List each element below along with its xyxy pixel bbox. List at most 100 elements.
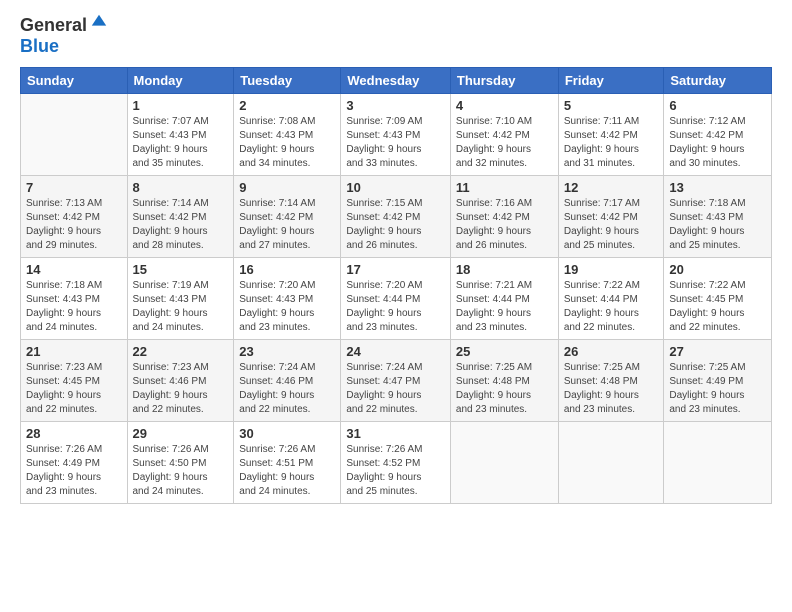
day-cell: 28 Sunrise: 7:26 AMSunset: 4:49 PMDayligh…: [21, 422, 128, 504]
day-cell: 4 Sunrise: 7:10 AMSunset: 4:42 PMDaylight…: [450, 94, 558, 176]
day-cell: 31 Sunrise: 7:26 AMSunset: 4:52 PMDayligh…: [341, 422, 451, 504]
day-cell: 1 Sunrise: 7:07 AMSunset: 4:43 PMDaylight…: [127, 94, 234, 176]
day-cell: [21, 94, 128, 176]
day-cell: [450, 422, 558, 504]
day-info: Sunrise: 7:26 AMSunset: 4:52 PMDaylight:…: [346, 443, 445, 499]
day-number: 28: [26, 426, 122, 441]
day-info: Sunrise: 7:14 AMSunset: 4:42 PMDaylight:…: [239, 197, 335, 253]
day-info: Sunrise: 7:18 AMSunset: 4:43 PMDaylight:…: [669, 197, 766, 253]
day-info: Sunrise: 7:16 AMSunset: 4:42 PMDaylight:…: [456, 197, 553, 253]
day-info: Sunrise: 7:07 AMSunset: 4:43 PMDaylight:…: [133, 115, 229, 171]
day-cell: 23 Sunrise: 7:24 AMSunset: 4:46 PMDayligh…: [234, 340, 341, 422]
day-number: 24: [346, 344, 445, 359]
week-row-0: 1 Sunrise: 7:07 AMSunset: 4:43 PMDaylight…: [21, 94, 772, 176]
day-cell: 17Sunrise: 7:20 AMSunset: 4:44 PMDayligh…: [341, 258, 451, 340]
day-number: 1: [133, 98, 229, 113]
header: General Blue: [20, 15, 772, 57]
day-number: 31: [346, 426, 445, 441]
day-cell: 15Sunrise: 7:19 AMSunset: 4:43 PMDayligh…: [127, 258, 234, 340]
day-info: Sunrise: 7:26 AMSunset: 4:49 PMDaylight:…: [26, 443, 122, 499]
day-number: 22: [133, 344, 229, 359]
day-number: 20: [669, 262, 766, 277]
day-number: 8: [133, 180, 229, 195]
day-number: 19: [564, 262, 659, 277]
week-row-4: 28 Sunrise: 7:26 AMSunset: 4:49 PMDayligh…: [21, 422, 772, 504]
day-number: 9: [239, 180, 335, 195]
day-cell: 26 Sunrise: 7:25 AMSunset: 4:48 PMDayligh…: [558, 340, 664, 422]
weekday-monday: Monday: [127, 68, 234, 94]
calendar-table: SundayMondayTuesdayWednesdayThursdayFrid…: [20, 67, 772, 504]
week-row-3: 21Sunrise: 7:23 AMSunset: 4:45 PMDayligh…: [21, 340, 772, 422]
day-info: Sunrise: 7:25 AMSunset: 4:48 PMDaylight:…: [456, 361, 553, 417]
page: General Blue SundayMondayTuesdayWednesda…: [0, 0, 792, 612]
day-cell: 7 Sunrise: 7:13 AMSunset: 4:42 PMDaylight…: [21, 176, 128, 258]
day-number: 16: [239, 262, 335, 277]
day-number: 25: [456, 344, 553, 359]
day-cell: 25 Sunrise: 7:25 AMSunset: 4:48 PMDayligh…: [450, 340, 558, 422]
day-number: 18: [456, 262, 553, 277]
day-number: 2: [239, 98, 335, 113]
weekday-sunday: Sunday: [21, 68, 128, 94]
day-info: Sunrise: 7:19 AMSunset: 4:43 PMDaylight:…: [133, 279, 229, 335]
day-info: Sunrise: 7:21 AMSunset: 4:44 PMDaylight:…: [456, 279, 553, 335]
day-number: 5: [564, 98, 659, 113]
week-row-1: 7 Sunrise: 7:13 AMSunset: 4:42 PMDaylight…: [21, 176, 772, 258]
day-number: 4: [456, 98, 553, 113]
day-info: Sunrise: 7:08 AMSunset: 4:43 PMDaylight:…: [239, 115, 335, 171]
day-info: Sunrise: 7:14 AMSunset: 4:42 PMDaylight:…: [133, 197, 229, 253]
day-info: Sunrise: 7:10 AMSunset: 4:42 PMDaylight:…: [456, 115, 553, 171]
weekday-friday: Friday: [558, 68, 664, 94]
day-cell: 6Sunrise: 7:12 AMSunset: 4:42 PMDaylight…: [664, 94, 772, 176]
day-info: Sunrise: 7:15 AMSunset: 4:42 PMDaylight:…: [346, 197, 445, 253]
day-number: 26: [564, 344, 659, 359]
day-cell: 18 Sunrise: 7:21 AMSunset: 4:44 PMDayligh…: [450, 258, 558, 340]
day-info: Sunrise: 7:24 AMSunset: 4:47 PMDaylight:…: [346, 361, 445, 417]
day-cell: 20 Sunrise: 7:22 AMSunset: 4:45 PMDayligh…: [664, 258, 772, 340]
day-cell: 24 Sunrise: 7:24 AMSunset: 4:47 PMDayligh…: [341, 340, 451, 422]
day-cell: 16 Sunrise: 7:20 AMSunset: 4:43 PMDayligh…: [234, 258, 341, 340]
day-info: Sunrise: 7:23 AMSunset: 4:45 PMDaylight:…: [26, 361, 122, 417]
day-cell: 5 Sunrise: 7:11 AMSunset: 4:42 PMDaylight…: [558, 94, 664, 176]
day-info: Sunrise: 7:11 AMSunset: 4:42 PMDaylight:…: [564, 115, 659, 171]
logo: General Blue: [20, 15, 108, 57]
day-number: 7: [26, 180, 122, 195]
day-info: Sunrise: 7:13 AMSunset: 4:42 PMDaylight:…: [26, 197, 122, 253]
logo-icon: [90, 13, 108, 31]
day-cell: 27 Sunrise: 7:25 AMSunset: 4:49 PMDayligh…: [664, 340, 772, 422]
day-info: Sunrise: 7:26 AMSunset: 4:51 PMDaylight:…: [239, 443, 335, 499]
day-cell: 22 Sunrise: 7:23 AMSunset: 4:46 PMDayligh…: [127, 340, 234, 422]
day-info: Sunrise: 7:23 AMSunset: 4:46 PMDaylight:…: [133, 361, 229, 417]
day-cell: 29Sunrise: 7:26 AMSunset: 4:50 PMDayligh…: [127, 422, 234, 504]
weekday-thursday: Thursday: [450, 68, 558, 94]
day-cell: 13Sunrise: 7:18 AMSunset: 4:43 PMDayligh…: [664, 176, 772, 258]
logo-blue: Blue: [20, 36, 59, 56]
day-cell: 30 Sunrise: 7:26 AMSunset: 4:51 PMDayligh…: [234, 422, 341, 504]
day-cell: [664, 422, 772, 504]
day-number: 23: [239, 344, 335, 359]
day-info: Sunrise: 7:24 AMSunset: 4:46 PMDaylight:…: [239, 361, 335, 417]
day-number: 30: [239, 426, 335, 441]
weekday-header-row: SundayMondayTuesdayWednesdayThursdayFrid…: [21, 68, 772, 94]
day-number: 29: [133, 426, 229, 441]
day-number: 12: [564, 180, 659, 195]
day-cell: 21Sunrise: 7:23 AMSunset: 4:45 PMDayligh…: [21, 340, 128, 422]
day-info: Sunrise: 7:20 AMSunset: 4:44 PMDaylight:…: [346, 279, 445, 335]
day-number: 6: [669, 98, 766, 113]
day-info: Sunrise: 7:22 AMSunset: 4:45 PMDaylight:…: [669, 279, 766, 335]
weekday-tuesday: Tuesday: [234, 68, 341, 94]
day-number: 3: [346, 98, 445, 113]
day-info: Sunrise: 7:25 AMSunset: 4:48 PMDaylight:…: [564, 361, 659, 417]
logo-general: General: [20, 15, 87, 36]
day-info: Sunrise: 7:20 AMSunset: 4:43 PMDaylight:…: [239, 279, 335, 335]
day-info: Sunrise: 7:25 AMSunset: 4:49 PMDaylight:…: [669, 361, 766, 417]
day-cell: 3 Sunrise: 7:09 AMSunset: 4:43 PMDaylight…: [341, 94, 451, 176]
day-number: 11: [456, 180, 553, 195]
day-cell: 11 Sunrise: 7:16 AMSunset: 4:42 PMDayligh…: [450, 176, 558, 258]
day-number: 14: [26, 262, 122, 277]
day-cell: [558, 422, 664, 504]
day-number: 27: [669, 344, 766, 359]
day-cell: 12Sunrise: 7:17 AMSunset: 4:42 PMDayligh…: [558, 176, 664, 258]
day-info: Sunrise: 7:22 AMSunset: 4:44 PMDaylight:…: [564, 279, 659, 335]
day-cell: 9 Sunrise: 7:14 AMSunset: 4:42 PMDaylight…: [234, 176, 341, 258]
day-info: Sunrise: 7:09 AMSunset: 4:43 PMDaylight:…: [346, 115, 445, 171]
